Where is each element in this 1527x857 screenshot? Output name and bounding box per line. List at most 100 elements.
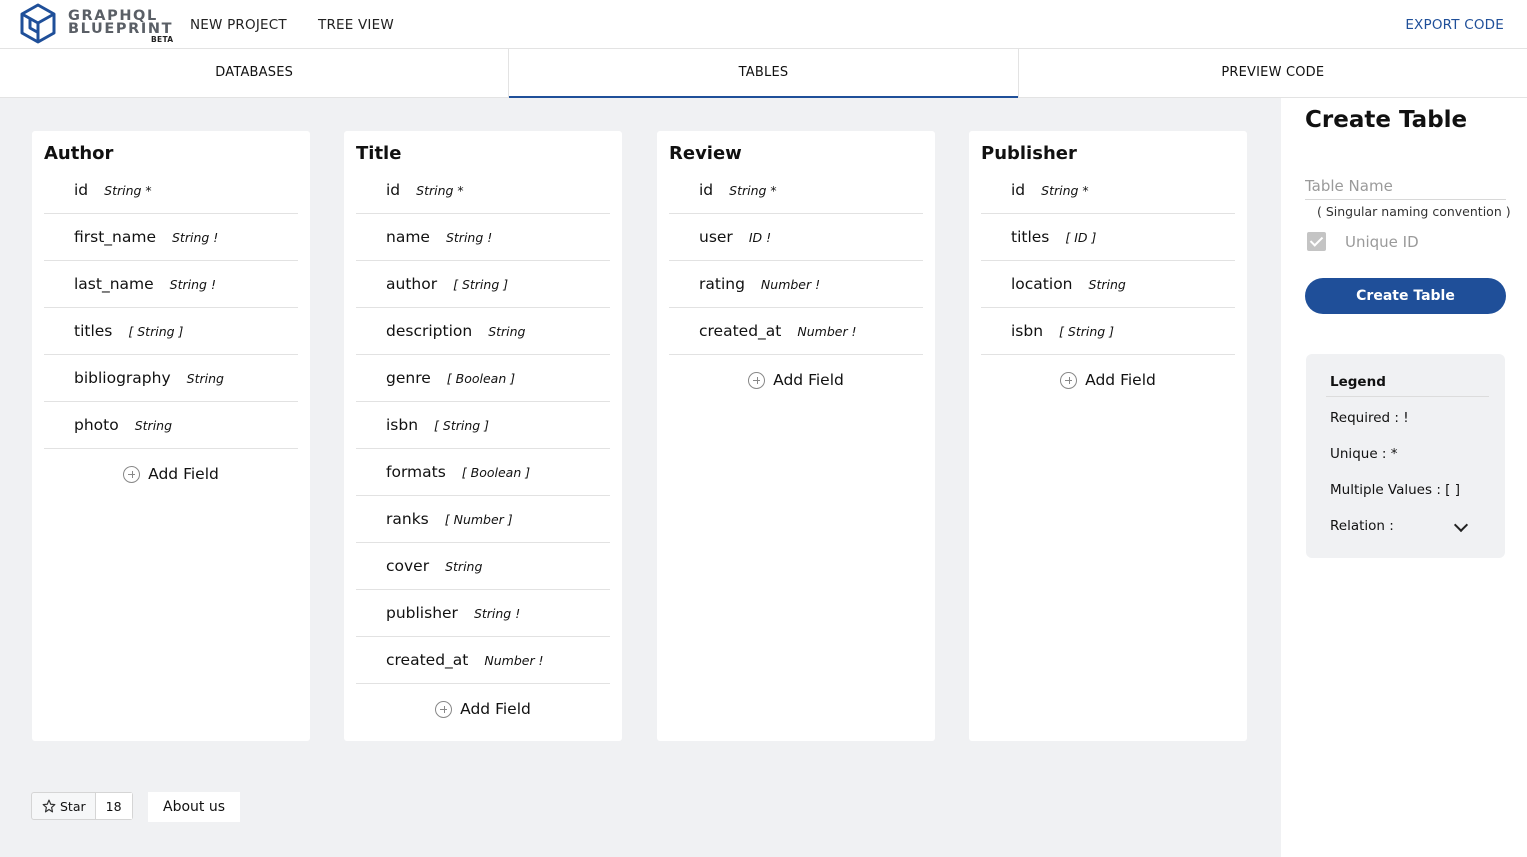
field-type: String	[488, 323, 526, 339]
table-card-title: Title id String * name String ! author [ Strin…	[344, 131, 622, 741]
field-row[interactable]: location String	[981, 261, 1235, 308]
field-name: last_name	[74, 275, 154, 293]
table-title: Title	[356, 143, 402, 164]
field-name: isbn	[386, 416, 419, 434]
field-name: location	[1011, 275, 1073, 293]
legend-box: Legend Required : ! Unique : * Multiple …	[1306, 354, 1505, 558]
add-field-button[interactable]: Add Field	[981, 371, 1235, 389]
add-field-label: Add Field	[1085, 371, 1156, 389]
legend-divider	[1326, 396, 1489, 397]
tab-databases[interactable]: DATABASES	[0, 49, 510, 97]
table-card-review: Review id String * user ID ! rating Number ! cr…	[657, 131, 935, 741]
nav-new-project[interactable]: NEW PROJECT	[190, 17, 287, 33]
field-row[interactable]: titles [ String ]	[44, 308, 298, 355]
field-type: String *	[416, 182, 464, 198]
naming-hint: ( Singular naming convention )	[1317, 204, 1511, 219]
field-name: description	[386, 322, 473, 340]
field-name: user	[699, 228, 733, 246]
field-type: String !	[473, 605, 521, 621]
legend-multiple-values: Multiple Values : [ ]	[1330, 482, 1460, 498]
table-title: Author	[44, 143, 114, 164]
star-button[interactable]: Star	[32, 793, 96, 819]
field-row[interactable]: rating Number !	[669, 261, 923, 308]
field-type: [ String ]	[434, 417, 490, 433]
field-type: [ String ]	[453, 276, 509, 292]
add-field-button[interactable]: Add Field	[356, 700, 610, 718]
field-row[interactable]: photo String	[44, 402, 298, 449]
field-row[interactable]: description String	[356, 308, 610, 355]
legend-required: Required : !	[1330, 410, 1409, 426]
field-row[interactable]: user ID !	[669, 214, 923, 261]
field-row[interactable]: name String !	[356, 214, 610, 261]
tab-bar: DATABASES TABLES PREVIEW CODE	[0, 49, 1527, 98]
field-type: String	[186, 370, 224, 386]
export-code-button[interactable]: EXPORT CODE	[1405, 17, 1504, 33]
legend-relation: Relation :	[1330, 518, 1394, 534]
field-name: bibliography	[74, 369, 171, 387]
field-row[interactable]: author [ String ]	[356, 261, 610, 308]
unique-id-checkbox[interactable]	[1307, 232, 1326, 251]
add-field-button[interactable]: Add Field	[669, 371, 923, 389]
field-type: String	[1088, 276, 1126, 292]
create-table-button[interactable]: Create Table	[1305, 278, 1506, 314]
tables-canvas: Author id String * first_name String ! last_n…	[0, 98, 1281, 857]
field-name: photo	[74, 416, 119, 434]
field-type: String !	[445, 229, 493, 245]
field-name: id	[74, 181, 89, 199]
add-field-label: Add Field	[460, 700, 531, 718]
logo-text: GRAPHQL BLUEPRINT	[68, 9, 173, 37]
field-row[interactable]: created_at Number !	[669, 308, 923, 355]
field-row[interactable]: cover String	[356, 543, 610, 590]
field-name: rating	[699, 275, 745, 293]
field-type: String *	[104, 182, 152, 198]
plus-circle-icon	[435, 700, 453, 718]
field-row[interactable]: first_name String !	[44, 214, 298, 261]
tab-tables[interactable]: TABLES	[509, 49, 1019, 98]
field-row[interactable]: publisher String !	[356, 590, 610, 637]
field-type: [ Number ]	[444, 511, 513, 527]
field-type: String *	[729, 182, 777, 198]
add-field-button[interactable]: Add Field	[44, 465, 298, 483]
create-table-title: Create Table	[1305, 107, 1468, 133]
logo[interactable]: GRAPHQL BLUEPRINT BETA	[18, 2, 178, 46]
field-type: String *	[1041, 182, 1089, 198]
field-row[interactable]: ranks [ Number ]	[356, 496, 610, 543]
field-type: [ ID ]	[1065, 229, 1097, 245]
about-us-button[interactable]: About us	[148, 792, 241, 822]
field-type: [ String ]	[1059, 323, 1115, 339]
table-card-publisher: Publisher id String * titles [ ID ] location S…	[969, 131, 1247, 741]
field-row[interactable]: formats [ Boolean ]	[356, 449, 610, 496]
field-name: first_name	[74, 228, 156, 246]
field-type: String	[445, 558, 483, 574]
field-type: Number !	[797, 323, 857, 339]
field-row[interactable]: isbn [ String ]	[981, 308, 1235, 355]
top-bar: GRAPHQL BLUEPRINT BETA NEW PROJECT TREE …	[0, 0, 1527, 49]
tab-preview-code[interactable]: PREVIEW CODE	[1019, 49, 1527, 97]
table-name-input[interactable]	[1305, 172, 1506, 200]
legend-title: Legend	[1330, 374, 1386, 390]
field-row[interactable]: id String *	[356, 167, 610, 214]
field-row[interactable]: last_name String !	[44, 261, 298, 308]
field-row[interactable]: id String *	[669, 167, 923, 214]
add-field-label: Add Field	[148, 465, 219, 483]
field-row[interactable]: id String *	[44, 167, 298, 214]
field-name: ranks	[386, 510, 429, 528]
nav-tree-view[interactable]: TREE VIEW	[318, 17, 394, 33]
field-type: Number !	[484, 652, 544, 668]
field-name: created_at	[386, 651, 469, 669]
table-title: Review	[669, 143, 742, 164]
plus-circle-icon	[123, 465, 141, 483]
field-name: name	[386, 228, 430, 246]
add-field-label: Add Field	[773, 371, 844, 389]
field-row[interactable]: genre [ Boolean ]	[356, 355, 610, 402]
chevron-down-icon[interactable]	[1453, 517, 1469, 533]
field-row[interactable]: created_at Number !	[356, 637, 610, 684]
beta-badge: BETA	[151, 35, 174, 44]
star-count[interactable]: 18	[95, 793, 132, 819]
table-title: Publisher	[981, 143, 1077, 164]
field-row[interactable]: id String *	[981, 167, 1235, 214]
field-row[interactable]: titles [ ID ]	[981, 214, 1235, 261]
field-row[interactable]: isbn [ String ]	[356, 402, 610, 449]
cube-logo-icon	[20, 3, 56, 44]
field-row[interactable]: bibliography String	[44, 355, 298, 402]
